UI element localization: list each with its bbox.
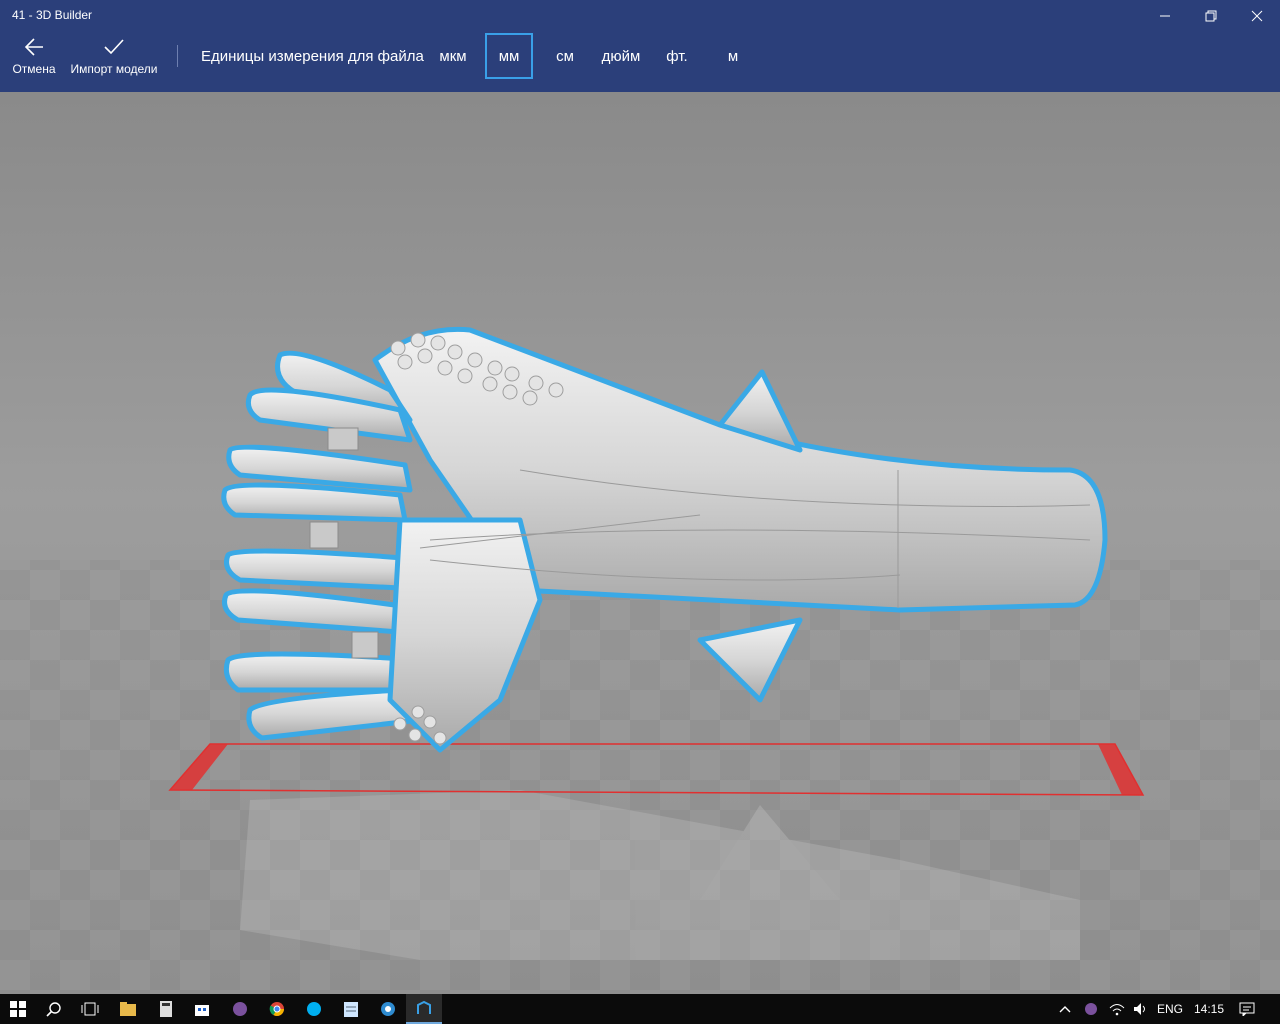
calculator-icon — [160, 1001, 172, 1017]
unit-option-centimeter[interactable]: см — [546, 33, 584, 79]
browser-icon — [381, 1002, 395, 1016]
viber-icon — [233, 1002, 247, 1016]
import-model-button[interactable]: Импорт модели — [66, 36, 162, 88]
taskbar-chrome[interactable] — [259, 994, 295, 1024]
search-button[interactable] — [36, 994, 72, 1024]
action-center-button[interactable] — [1230, 994, 1264, 1024]
windows-icon — [10, 1001, 26, 1017]
clock[interactable]: 14:15 — [1194, 1002, 1224, 1016]
task-view-icon — [81, 1002, 99, 1016]
taskbar: ENG 14:15 — [0, 994, 1280, 1024]
taskbar-viber[interactable] — [222, 994, 258, 1024]
window-title: 41 - 3D Builder — [12, 8, 93, 22]
taskbar-store[interactable] — [184, 994, 220, 1024]
restore-button[interactable] — [1188, 0, 1234, 32]
minimize-icon — [1160, 15, 1170, 17]
unit-option-meter[interactable]: м — [718, 33, 748, 79]
taskbar-file-explorer[interactable] — [110, 994, 146, 1024]
unit-option-micrometer[interactable]: мкм — [432, 33, 474, 79]
folder-icon — [120, 1002, 136, 1016]
unit-option-millimeter[interactable]: мм — [485, 33, 533, 79]
taskbar-browser[interactable] — [370, 994, 406, 1024]
skype-icon — [307, 1002, 321, 1016]
start-button[interactable] — [0, 994, 36, 1024]
3d-builder-icon — [417, 1000, 431, 1014]
unit-option-inch[interactable]: дюйм — [596, 33, 646, 79]
store-icon — [195, 1005, 209, 1016]
units-label: Единицы измерения для файла — [201, 48, 424, 65]
search-icon — [46, 1002, 61, 1017]
wifi-icon — [1109, 1004, 1125, 1016]
restore-icon — [1205, 10, 1217, 22]
viber-tray-icon — [1085, 1003, 1097, 1015]
close-button[interactable] — [1234, 0, 1280, 32]
notification-icon — [1239, 1002, 1255, 1016]
speaker-icon — [1134, 1003, 1145, 1015]
chrome-icon — [269, 1002, 284, 1016]
task-view-button[interactable] — [72, 994, 108, 1024]
cancel-button[interactable]: Отмена — [10, 36, 58, 88]
checkmark-icon — [104, 39, 124, 55]
3d-viewport[interactable] — [0, 92, 1280, 994]
taskbar-skype[interactable] — [296, 994, 332, 1024]
tray-network[interactable] — [1104, 994, 1130, 1024]
unit-option-foot[interactable]: фт. — [660, 33, 694, 79]
chevron-up-icon — [1059, 1006, 1071, 1013]
scene — [0, 92, 1280, 994]
cancel-label: Отмена — [12, 62, 56, 76]
tray-viber[interactable] — [1078, 994, 1104, 1024]
language-indicator[interactable]: ENG — [1157, 1002, 1183, 1016]
show-hidden-icons-button[interactable] — [1050, 994, 1080, 1024]
taskbar-3d-builder[interactable] — [406, 994, 442, 1024]
back-arrow-icon — [24, 38, 43, 56]
close-icon — [1251, 10, 1263, 22]
tray-volume[interactable] — [1128, 994, 1154, 1024]
title-bar: 41 - 3D Builder — [0, 0, 1280, 32]
toolbar-divider — [177, 45, 178, 67]
import-label: Импорт модели — [70, 62, 158, 76]
minimize-button[interactable] — [1142, 0, 1188, 32]
notepad-icon — [344, 1002, 358, 1017]
taskbar-notepad[interactable] — [333, 994, 369, 1024]
taskbar-calculator[interactable] — [148, 994, 184, 1024]
app-chrome: 41 - 3D Builder Отмена Импорт модели Еди… — [0, 0, 1280, 92]
